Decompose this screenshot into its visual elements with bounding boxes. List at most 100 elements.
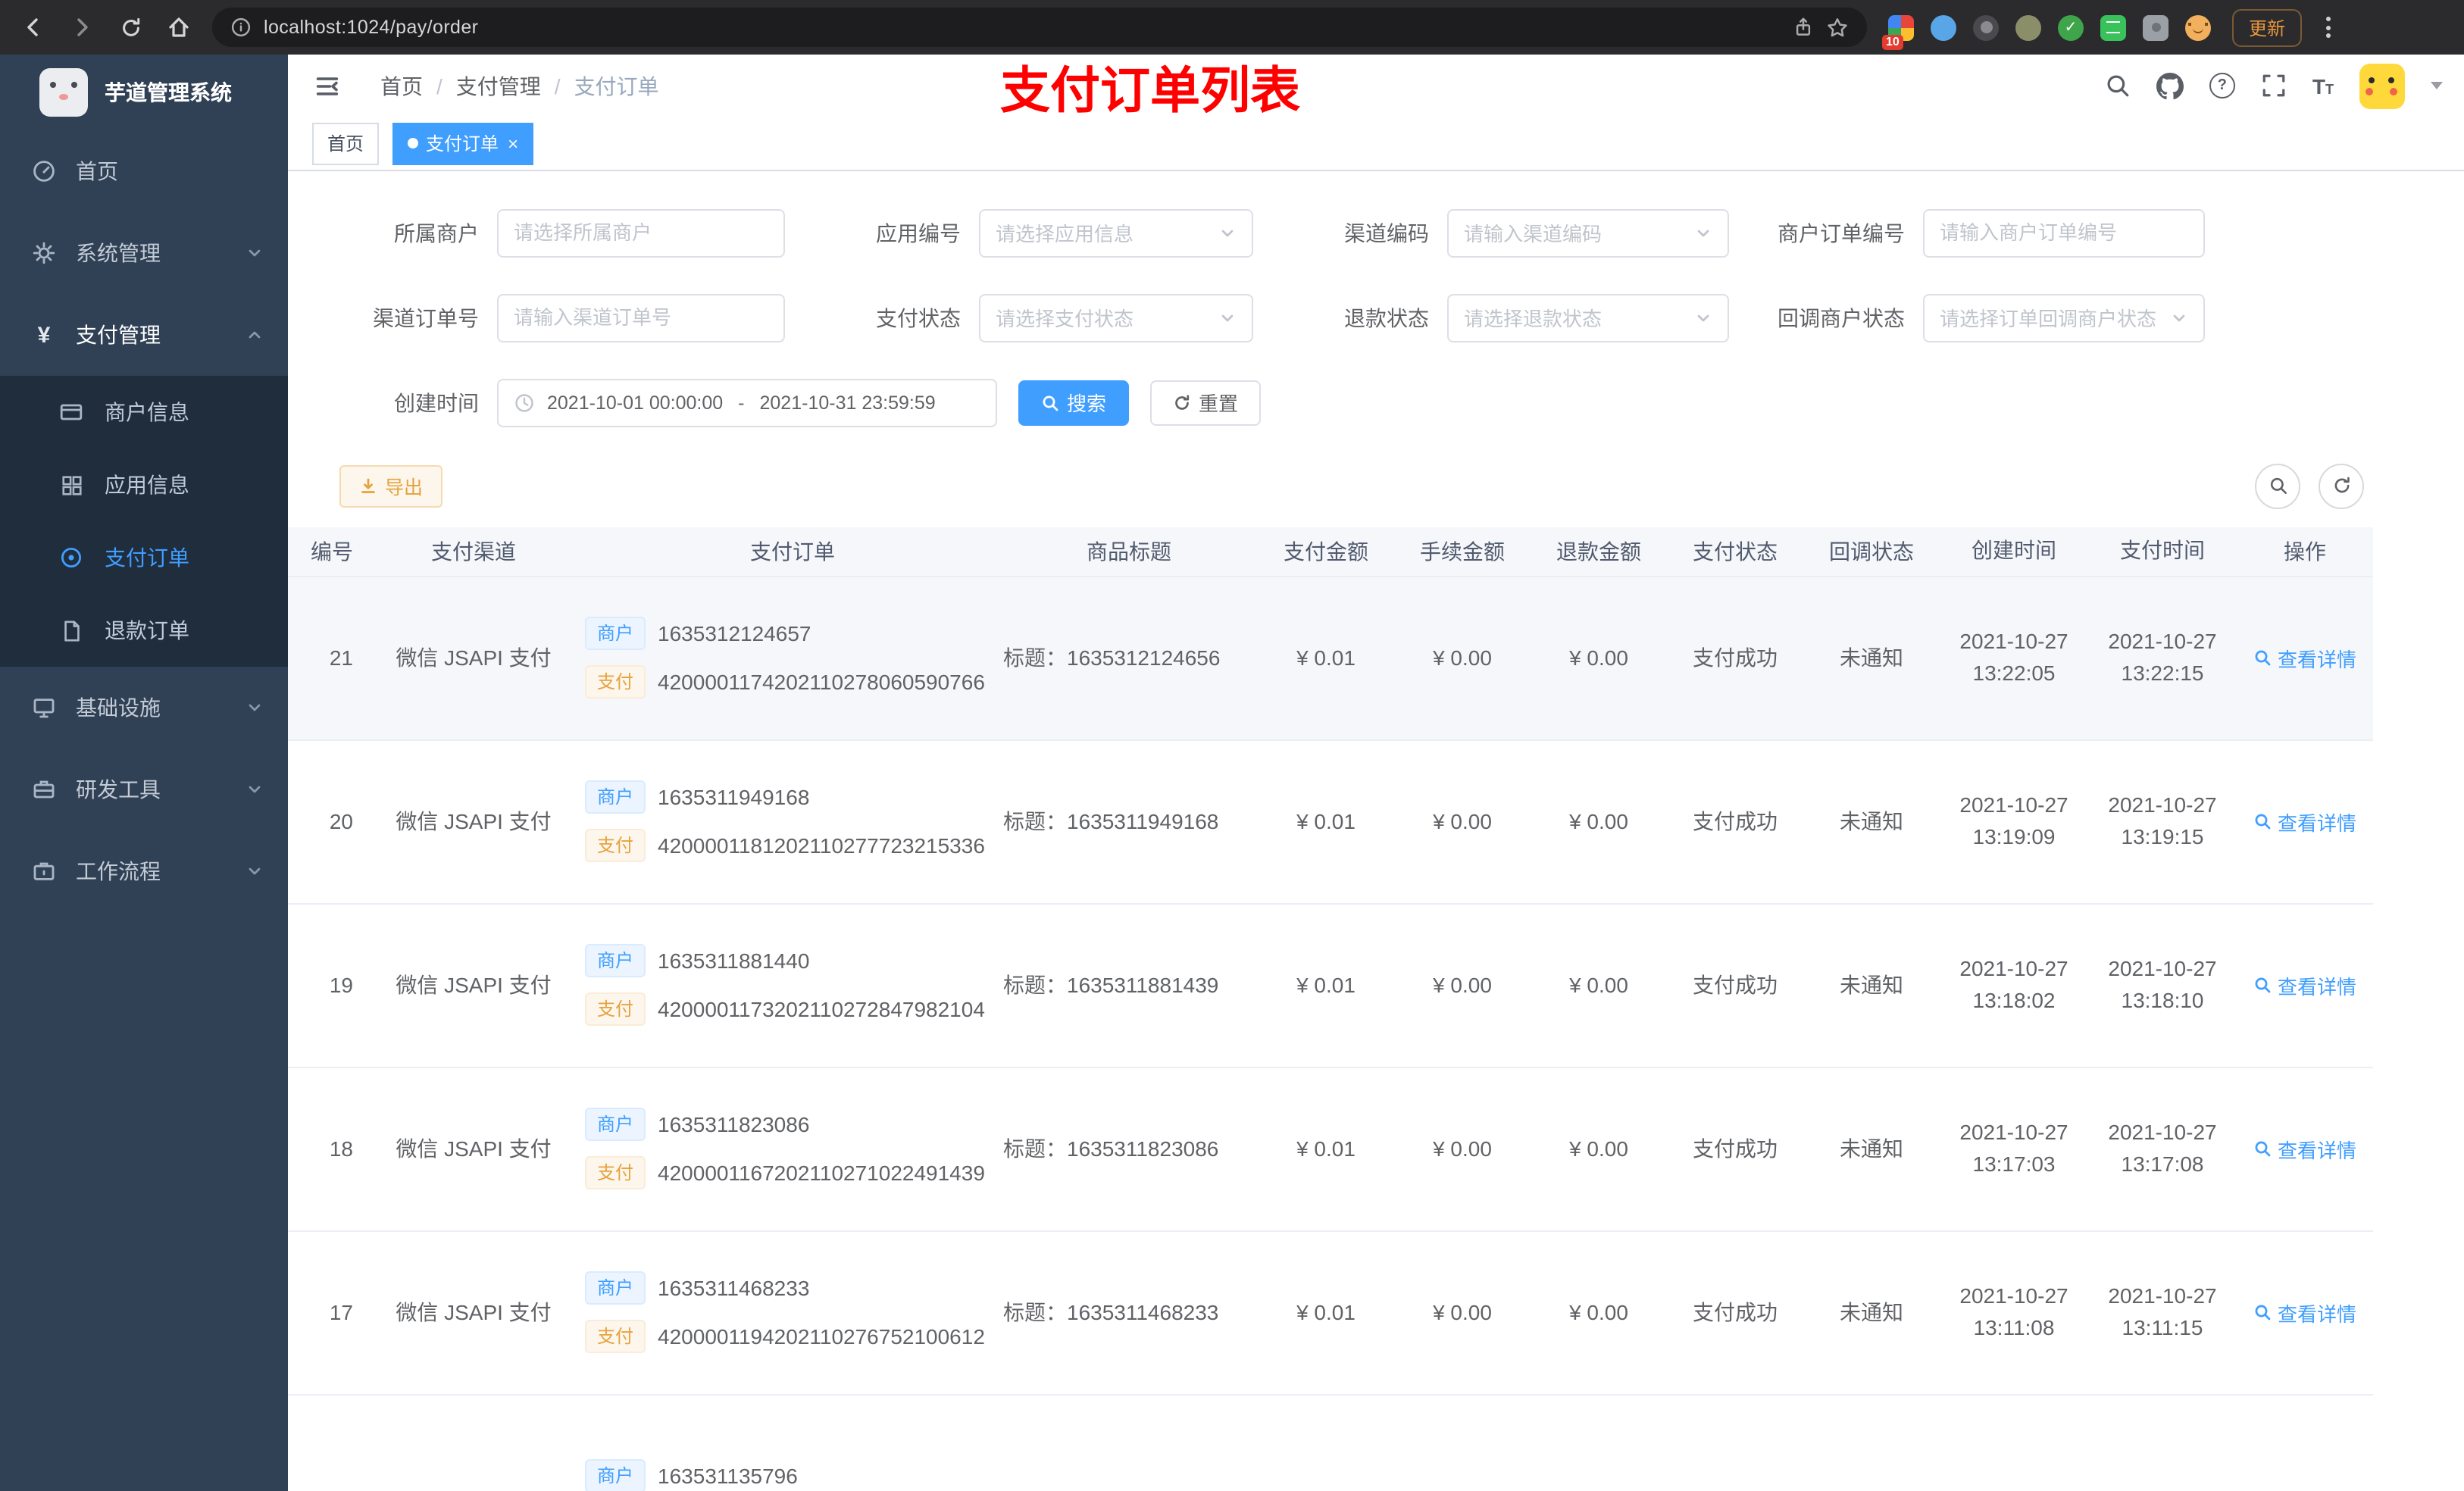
app-select[interactable]: 请选择应用信息 <box>979 208 1253 258</box>
channel-order-input-field[interactable] <box>514 306 768 330</box>
notify-status-select[interactable]: 请选择订单回调商户状态 <box>1923 293 2205 342</box>
sidebar-item-infra[interactable]: 基础设施 <box>0 667 288 749</box>
refund-status-select[interactable]: 请选择退款状态 <box>1447 293 1729 342</box>
owner-input[interactable] <box>497 208 785 258</box>
sidebar-item-pay-orders[interactable]: 支付订单 <box>0 521 288 594</box>
cell-id: 18 <box>329 1136 353 1161</box>
merchant-order-input-field[interactable] <box>1940 221 2188 245</box>
view-detail-link[interactable]: 查看详情 <box>2253 808 2356 836</box>
extensions-puzzle-icon[interactable] <box>2143 14 2169 40</box>
filter-label-channel-code: 渠道编码 <box>1344 220 1429 245</box>
channel-order-input[interactable] <box>497 293 785 342</box>
font-size-icon[interactable]: TT <box>2312 76 2334 97</box>
back-icon[interactable] <box>15 9 52 45</box>
avatar-caret-icon[interactable] <box>2431 82 2443 90</box>
table-row: 21 微信 JSAPI 支付 商户 1635312124657 支付 4200001… <box>288 577 2373 741</box>
view-detail-link[interactable]: 查看详情 <box>2253 1135 2356 1164</box>
sidebar-item-payment[interactable]: ¥ 支付管理 <box>0 294 288 376</box>
pay-order-no: 4200001173202110272847982104 <box>658 997 985 1022</box>
merchant-tag: 商户 <box>585 1108 646 1142</box>
extension-dark-icon[interactable] <box>1973 14 1999 40</box>
refresh-table-icon[interactable] <box>2319 463 2364 509</box>
chevron-down-icon <box>245 862 264 880</box>
export-button[interactable]: 导出 <box>339 464 443 508</box>
collapse-sidebar-icon[interactable] <box>314 73 341 100</box>
reset-button[interactable]: 重置 <box>1150 380 1262 426</box>
pay-status-select[interactable]: 请选择支付状态 <box>979 293 1253 342</box>
view-detail-link[interactable]: 查看详情 <box>2253 644 2356 673</box>
browser-nav <box>15 9 197 45</box>
sidebar-item-refund-orders[interactable]: 退款订单 <box>0 594 288 667</box>
col-actions: 操作 <box>2284 539 2326 564</box>
sidebar-item-app-info[interactable]: 应用信息 <box>0 449 288 521</box>
content-area: 所属商户 应用编号 请选择应用信息 渠道编码 <box>288 170 2464 1491</box>
yen-icon: ¥ <box>37 322 51 348</box>
github-icon[interactable] <box>2156 72 2184 100</box>
view-detail-link[interactable]: 查看详情 <box>2253 1299 2356 1327</box>
sidebar-item-label: 支付订单 <box>105 545 189 570</box>
cell-title: 标题：1635311881439 <box>1003 973 1219 998</box>
address-bar[interactable]: localhost:1024/pay/order <box>212 8 1867 47</box>
table-toolbar: 导出 <box>288 463 2464 509</box>
filter-label-app: 应用编号 <box>876 220 961 245</box>
filter-label-merchant-order: 商户订单编号 <box>1778 220 1905 245</box>
breadcrumb-home[interactable]: 首页 <box>380 71 423 102</box>
merchant-order-no: 1635311823086 <box>658 1112 810 1137</box>
filter-label-refund-status: 退款状态 <box>1344 305 1429 330</box>
merchant-tag: 商户 <box>585 1459 646 1491</box>
help-icon[interactable]: ? <box>2209 73 2235 99</box>
cell-id: 21 <box>329 645 353 670</box>
monitor-icon <box>30 695 58 720</box>
merchant-order-input[interactable] <box>1923 208 2205 258</box>
share-icon[interactable] <box>1793 17 1814 38</box>
export-button-label: 导出 <box>385 477 424 499</box>
sidebar-item-devtools[interactable]: 研发工具 <box>0 749 288 830</box>
toggle-search-icon[interactable] <box>2255 463 2300 509</box>
bookmark-star-icon[interactable] <box>1826 16 1849 39</box>
search-button[interactable]: 搜索 <box>1018 380 1130 426</box>
sidebar-item-home[interactable]: 首页 <box>0 130 288 212</box>
extension-chat-icon[interactable] <box>2100 14 2126 40</box>
view-detail-link[interactable]: 查看详情 <box>2253 971 2356 1000</box>
view-detail-label: 查看详情 <box>2277 1302 2356 1326</box>
browser-update-button[interactable]: 更新 <box>2232 8 2303 46</box>
sidebar-item-label: 系统管理 <box>76 241 161 265</box>
home-icon[interactable] <box>161 9 197 45</box>
cell-amount: ¥ 0.01 <box>1296 809 1356 834</box>
close-icon[interactable]: × <box>508 133 518 155</box>
extension-blue-icon[interactable] <box>1931 14 1956 40</box>
create-time-range-picker[interactable]: 2021-10-01 00:00:00 - 2021-10-31 23:59:5… <box>497 378 997 427</box>
browser-menu-icon[interactable] <box>2320 11 2337 44</box>
view-detail-label: 查看详情 <box>2277 648 2356 671</box>
cell-notify-status: 未通知 <box>1840 1136 1903 1161</box>
forward-icon[interactable] <box>64 9 100 45</box>
user-avatar[interactable] <box>2359 63 2405 109</box>
extension-olive-icon[interactable] <box>2015 14 2041 40</box>
extension-check-icon[interactable]: ✓ <box>2058 14 2084 40</box>
cell-paid: 2021-10-27 13:19:15 <box>2108 792 2217 849</box>
merchant-order-no: 1635311881440 <box>658 949 810 974</box>
owner-input-field[interactable] <box>514 221 768 245</box>
breadcrumb-pay-mgmt[interactable]: 支付管理 <box>456 71 541 102</box>
sidebar-item-system[interactable]: 系统管理 <box>0 212 288 294</box>
sidebar-item-workflow[interactable]: 工作流程 <box>0 830 288 912</box>
search-icon[interactable] <box>2105 73 2131 99</box>
sidebar-item-merchant-info[interactable]: 商户信息 <box>0 376 288 449</box>
cell-created: 2021-10-27 13:18:02 <box>1959 955 2068 1013</box>
extension-grid-icon[interactable]: 10 <box>1882 14 1914 49</box>
pay-order-no: 4200001194202110276752100612 <box>658 1324 985 1349</box>
date-start-value[interactable]: 2021-10-01 00:00:00 <box>547 392 723 414</box>
channel-code-select[interactable]: 请输入渠道编码 <box>1447 208 1729 258</box>
fullscreen-icon[interactable] <box>2261 73 2287 99</box>
cell-refund: ¥ 0.00 <box>1569 1300 1628 1325</box>
tab-pay-orders[interactable]: 支付订单 × <box>392 122 534 165</box>
table-header-row: 编号 支付渠道 支付订单 商品标题 支付金额 手续金额 退款金额 支付状态 回调… <box>288 527 2373 577</box>
tab-home[interactable]: 首页 <box>312 122 380 165</box>
url-text[interactable]: localhost:1024/pay/order <box>264 17 1781 38</box>
site-info-icon[interactable] <box>230 17 252 38</box>
date-end-value[interactable]: 2021-10-31 23:59:59 <box>760 392 936 414</box>
reload-icon[interactable] <box>112 9 149 45</box>
browser-profile-avatar[interactable] <box>2185 14 2211 40</box>
col-title: 商品标题 <box>1087 539 1171 564</box>
cell-fee: ¥ 0.00 <box>1433 645 1492 670</box>
